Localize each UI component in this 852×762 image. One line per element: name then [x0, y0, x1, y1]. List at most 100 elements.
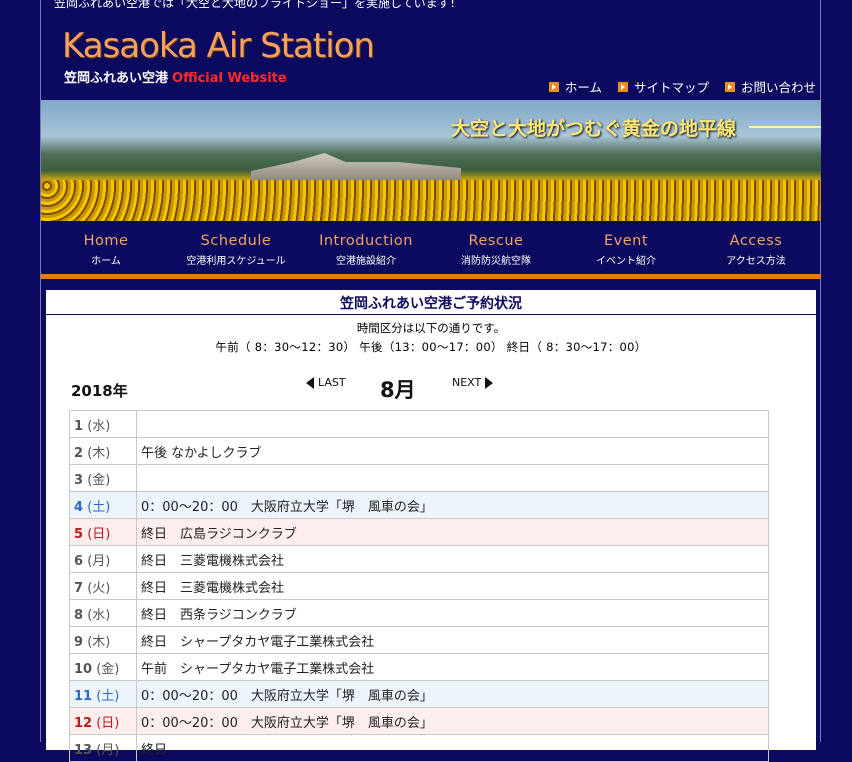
calendar-day: 10 (金)	[69, 653, 137, 681]
reservation-entry: 0：00〜20：00 大阪府立大学「堺 風車の会」	[136, 491, 769, 519]
day-number: 12	[74, 715, 93, 731]
day-number: 6	[74, 553, 84, 569]
reservation-entry: 終日	[136, 734, 769, 762]
day-number: 8	[74, 607, 84, 623]
calendar-day: 8 (水)	[69, 599, 137, 627]
day-number: 5	[74, 526, 84, 542]
calendar-day: 6 (月)	[69, 545, 137, 573]
nav-home[interactable]: Home ホーム	[41, 233, 171, 275]
day-of-week: (水)	[87, 607, 111, 623]
nav-label: Schedule	[200, 233, 272, 249]
nav-sublabel: イベント紹介	[596, 256, 656, 267]
top-link-label: お問い合わせ	[740, 80, 816, 95]
top-link-label: サイトマップ	[633, 80, 709, 95]
calendar-day: 3 (金)	[69, 464, 137, 492]
calendar-row: 7 (火) 終日 三菱電機株式会社	[69, 572, 769, 600]
reservation-entry: 終日 三菱電機株式会社	[136, 572, 769, 600]
nav-sublabel: 空港施設紹介	[336, 256, 396, 267]
calendar-day: 9 (木)	[69, 626, 137, 654]
day-of-week: (日)	[87, 526, 111, 542]
calendar-row: 10 (金) 午前 シャープタカヤ電子工業株式会社	[69, 653, 769, 681]
site-subtitle: 笠岡ふれあい空港 Official Website	[64, 67, 287, 86]
top-link-contact[interactable]: お問い合わせ	[724, 77, 816, 96]
calendar-row: 2 (木) 午後 なかよしクラブ	[69, 437, 769, 465]
calendar-day: 1 (水)	[69, 410, 137, 438]
calendar-day: 2 (木)	[69, 437, 137, 465]
top-link-home[interactable]: ホーム	[548, 77, 602, 96]
reservation-entry	[136, 464, 769, 492]
day-number: 11	[74, 688, 93, 704]
prev-month-button[interactable]: LAST	[306, 376, 346, 389]
arrow-bullet-icon	[548, 81, 559, 92]
day-of-week: (月)	[87, 553, 111, 569]
reservation-entry: 0：00〜20：00 大阪府立大学「堺 風車の会」	[136, 707, 769, 735]
top-link-label: ホーム	[564, 80, 602, 95]
day-number: 9	[74, 634, 84, 650]
calendar-row: 4 (土) 0：00〜20：00 大阪府立大学「堺 風車の会」	[69, 491, 769, 519]
calendar-row: 12 (日) 0：00〜20：00 大阪府立大学「堺 風車の会」	[69, 707, 769, 735]
reservation-entry: 終日 広島ラジコンクラブ	[136, 518, 769, 546]
period-label: 時間区分は以下の通りです。	[356, 321, 506, 335]
prev-label: LAST	[318, 376, 346, 389]
calendar-row: 8 (水) 終日 西条ラジコンクラブ	[69, 599, 769, 627]
reservation-entry: 終日 西条ラジコンクラブ	[136, 599, 769, 627]
calendar-day: 12 (日)	[69, 707, 137, 735]
airport-building-image	[251, 153, 461, 180]
day-of-week: (日)	[96, 715, 120, 731]
calendar-day: 13 (月)	[69, 734, 137, 762]
subtitle-jp: 笠岡ふれあい空港	[64, 71, 169, 86]
day-number: 7	[74, 580, 84, 596]
next-month-button[interactable]: NEXT	[452, 376, 494, 389]
nav-access[interactable]: Access アクセス方法	[691, 233, 821, 275]
nav-introduction[interactable]: Introduction 空港施設紹介	[301, 233, 431, 275]
calendar-day: 4 (土)	[69, 491, 137, 519]
page-title: 笠岡ふれあい空港ご予約状況	[46, 290, 816, 315]
nav-sublabel: アクセス方法	[726, 256, 786, 267]
reservation-calendar: 1 (水) 2 (木) 午後 なかよしクラブ 3 (金) 4 (土) 0：00〜20：00…	[69, 410, 769, 762]
banner-slogan: 大空と大地がつむぐ黄金の地平線	[451, 118, 737, 140]
nav-sublabel: 空港利用スケジュール	[186, 256, 286, 267]
header-notice: 笠岡ふれあい空港では「大空と大地のフライトショー」を実施しています！	[54, 0, 462, 10]
day-of-week: (月)	[96, 742, 120, 758]
day-number: 13	[74, 742, 93, 758]
triangle-left-icon	[306, 376, 314, 389]
day-of-week: (土)	[96, 688, 120, 704]
day-number: 10	[74, 661, 93, 677]
reservation-entry: 午後 なかよしクラブ	[136, 437, 769, 465]
year-label: 2018年	[71, 382, 128, 400]
calendar-row: 3 (金)	[69, 464, 769, 492]
next-label: NEXT	[452, 376, 482, 389]
day-number: 3	[74, 472, 84, 488]
top-link-sitemap[interactable]: サイトマップ	[617, 77, 709, 96]
sunflower-field-image	[41, 180, 821, 221]
arrow-bullet-icon	[617, 81, 628, 92]
nav-label: Introduction	[319, 233, 413, 249]
calendar-row: 9 (木) 終日 シャープタカヤ電子工業株式会社	[69, 626, 769, 654]
nav-label: Rescue	[468, 233, 524, 249]
day-number: 2	[74, 445, 84, 461]
day-of-week: (火)	[87, 580, 111, 596]
day-of-week: (金)	[96, 661, 120, 677]
day-of-week: (土)	[87, 499, 111, 515]
nav-event[interactable]: Event イベント紹介	[561, 233, 691, 275]
reservation-entry: 0：00〜20：00 大阪府立大学「堺 風車の会」	[136, 680, 769, 708]
calendar-row: 5 (日) 終日 広島ラジコンクラブ	[69, 518, 769, 546]
calendar-row: 13 (月) 終日	[69, 734, 769, 762]
nav-schedule[interactable]: Schedule 空港利用スケジュール	[171, 233, 301, 275]
calendar-day: 11 (土)	[69, 680, 137, 708]
calendar-row: 6 (月) 終日 三菱電機株式会社	[69, 545, 769, 573]
day-number: 4	[74, 499, 84, 515]
site-logo[interactable]: Kasaoka Air Station	[62, 26, 375, 66]
calendar-row: 11 (土) 0：00〜20：00 大阪府立大学「堺 風車の会」	[69, 680, 769, 708]
triangle-right-icon	[485, 376, 494, 389]
top-links: ホーム サイトマップ お問い合わせ	[548, 77, 816, 96]
reservation-panel: 笠岡ふれあい空港ご予約状況 時間区分は以下の通りです。 午前（ 8：30〜12：…	[46, 290, 816, 762]
day-of-week: (木)	[87, 445, 111, 461]
nav-rescue[interactable]: Rescue 消防防災航空隊	[431, 233, 561, 275]
reservation-entry	[136, 410, 769, 438]
period-times: 午前（ 8：30〜12：30） 午後（13：00〜17：00） 終日（ 8：30…	[215, 340, 647, 354]
nav-label: Access	[729, 233, 783, 249]
calendar-row: 1 (水)	[69, 410, 769, 438]
calendar-day: 7 (火)	[69, 572, 137, 600]
day-number: 1	[74, 418, 84, 434]
